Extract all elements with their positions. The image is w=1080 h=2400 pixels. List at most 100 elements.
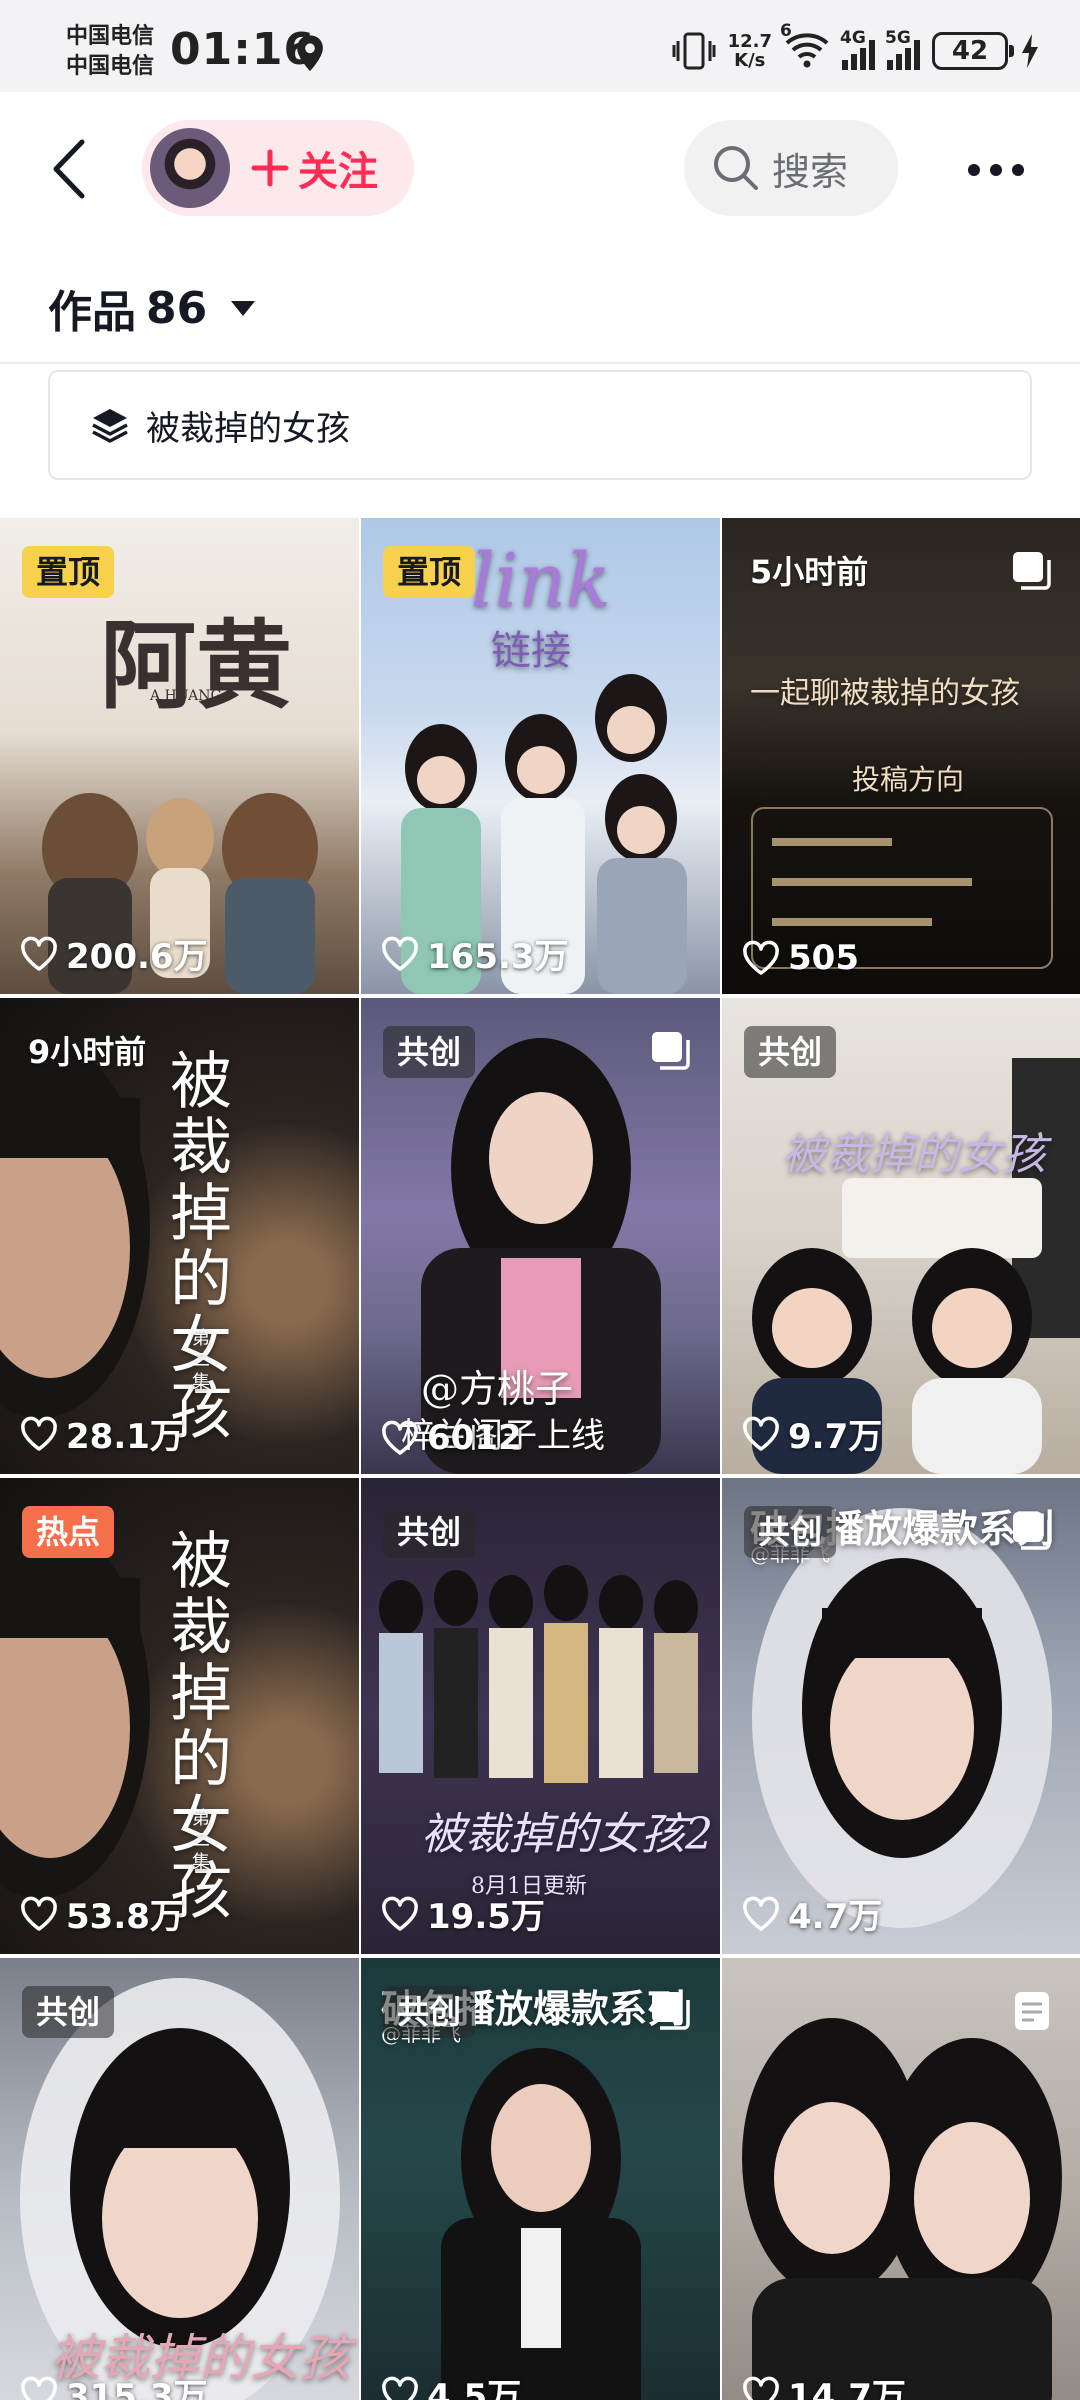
follow-button[interactable]: 关注 <box>142 120 414 216</box>
net-speed: 12.7 K/s <box>728 32 772 70</box>
time-badge: 5小时前 <box>750 553 869 591</box>
like-count-value: 28.1万 <box>66 1417 184 1457</box>
search-icon <box>714 146 758 190</box>
multi-image-icon <box>652 1032 690 1070</box>
signal-4g: 4G <box>840 28 875 70</box>
co-create-badge: 共创 <box>383 1506 476 1558</box>
co-create-badge: 共创 <box>22 1986 115 2038</box>
back-arrow-icon[interactable] <box>44 136 94 202</box>
follow-label: 关注 <box>298 149 378 195</box>
more-options-icon[interactable] <box>966 160 1026 180</box>
like-count: 4.5万 <box>381 2369 521 2400</box>
like-count-value: 4.5万 <box>427 2377 522 2400</box>
profile-page: 中国电信 中国电信 01:16 12.7 K/s 6 4G 5G 42 关注 搜… <box>0 0 1080 2400</box>
video-card[interactable]: 被裁掉的女孩 共创 315.3万 <box>0 1958 359 2400</box>
heart-icon <box>382 2376 418 2400</box>
time-badge: 9小时前 <box>28 1033 147 1071</box>
multi-image-icon <box>1013 552 1051 590</box>
video-card[interactable]: 被裁掉的女孩 第二集 9小时前 28.1万 <box>0 998 359 1474</box>
cover-title: 被裁掉的女孩2 <box>421 1809 713 1860</box>
like-count-value: 6012 <box>427 1418 522 1458</box>
video-card[interactable]: 破包播放爆款系列 @菲菲飞 共创 4.7万 <box>722 1478 1080 1954</box>
pinned-badge: 置顶 <box>22 546 115 598</box>
like-count-value: 53.8万 <box>66 1897 184 1937</box>
net-speed-unit: K/s <box>734 50 766 71</box>
like-count: 53.8万 <box>20 1889 184 1938</box>
video-card[interactable]: 14.7万 <box>722 1958 1080 2400</box>
heart-icon <box>21 1416 57 1451</box>
like-count: 200.6万 <box>20 929 208 978</box>
layers-icon <box>92 409 128 443</box>
cover-title: @方桃子 <box>421 1367 574 1411</box>
net-type-1: 4G <box>840 28 866 48</box>
search-button[interactable]: 搜索 <box>684 120 898 216</box>
video-card[interactable]: 破包播放爆款系列 @菲菲飞 共创 4.5万 <box>361 1958 720 2400</box>
like-count: 19.5万 <box>381 1889 545 1938</box>
collection-bar[interactable]: 被裁掉的女孩 <box>48 370 1032 480</box>
location-icon <box>297 35 323 72</box>
video-card[interactable]: 被裁掉的女孩 共创 9.7万 <box>722 998 1080 1474</box>
cover-title-en: link <box>471 538 611 624</box>
wifi-badge: 6 <box>780 21 792 41</box>
collection-label: 被裁掉的女孩 <box>146 408 350 449</box>
multi-image-icon <box>652 1992 690 2030</box>
like-count: 9.7万 <box>742 1409 882 1458</box>
caret-down-icon <box>231 301 256 316</box>
net-type-2: 5G <box>885 28 911 48</box>
avatar[interactable] <box>150 128 230 208</box>
works-tab[interactable]: 作品 86 <box>48 276 257 340</box>
like-count-value: 200.6万 <box>66 937 208 977</box>
heart-icon <box>743 1416 779 1451</box>
document-icon <box>1015 1992 1049 2030</box>
cover-title: 被裁掉的女孩 <box>782 1129 1046 1180</box>
like-count: 28.1万 <box>20 1409 184 1458</box>
net-speed-value: 12.7 <box>727 31 772 52</box>
heart-icon <box>743 1896 779 1931</box>
heart-icon <box>382 936 418 971</box>
video-card[interactable]: @方桃子 梓兰阁子上线 共创 6012 <box>361 998 720 1474</box>
video-card[interactable]: 被裁掉的女孩2 8月1日更新 共创 19.5万 <box>361 1478 720 1954</box>
carrier-2: 中国电信 <box>66 54 155 79</box>
carrier-1: 中国电信 <box>66 24 155 49</box>
like-count-value: 9.7万 <box>788 1417 883 1457</box>
co-create-badge: 共创 <box>383 1026 476 1078</box>
multi-image-icon <box>1013 1512 1051 1550</box>
vibrate-icon <box>672 32 716 70</box>
works-label: 作品 <box>48 287 136 338</box>
signal-5g: 5G <box>885 28 920 70</box>
heart-icon <box>382 1420 418 1455</box>
co-create-badge: 共创 <box>744 1026 837 1078</box>
heart-icon <box>382 1896 418 1931</box>
battery-indicator: 42 <box>932 32 1014 70</box>
heart-icon <box>21 936 57 971</box>
works-count: 86 <box>146 282 208 334</box>
divider <box>0 362 1080 364</box>
cover-title: 一起聊被裁掉的女孩 <box>750 676 1020 711</box>
pinned-badge: 置顶 <box>383 546 476 598</box>
video-card[interactable]: 一起聊被裁掉的女孩 投稿方向 5小时前 505 <box>722 518 1080 994</box>
video-card[interactable]: 被裁掉的女孩 第二集 热点 53.8万 <box>0 1478 359 1954</box>
video-card[interactable]: link 链接 置顶 165.3万 <box>361 518 720 994</box>
co-create-badge: 共创 <box>383 1986 476 2038</box>
like-count: 14.7万 <box>742 2369 906 2400</box>
carrier-labels: 中国电信 中国电信 <box>66 22 154 82</box>
cover-subtitle: A HUANG <box>150 688 222 704</box>
cover-title: 阿黄 <box>100 609 292 722</box>
hot-badge: 热点 <box>22 1506 115 1558</box>
co-create-badge: 共创 <box>744 1506 837 1558</box>
heart-icon <box>21 2376 57 2400</box>
search-label: 搜索 <box>772 149 849 194</box>
like-count: 165.3万 <box>381 929 569 978</box>
plus-icon <box>251 149 289 187</box>
top-bar: 关注 搜索 <box>0 92 1080 246</box>
like-count-value: 315.3万 <box>66 2377 208 2400</box>
like-count: 315.3万 <box>20 2369 208 2400</box>
video-card[interactable]: 阿黄 A HUANG 置顶 200.6万 <box>0 518 359 994</box>
heart-icon <box>21 1896 57 1931</box>
cover-title: 链接 <box>491 628 571 674</box>
like-count: 6012 <box>381 1418 522 1458</box>
like-count-value: 4.7万 <box>788 1897 883 1937</box>
status-bar: 中国电信 中国电信 01:16 12.7 K/s 6 4G 5G 42 <box>0 0 1080 92</box>
like-count-value: 505 <box>788 938 859 978</box>
cover-subtitle: 第二集 <box>189 1808 210 1874</box>
